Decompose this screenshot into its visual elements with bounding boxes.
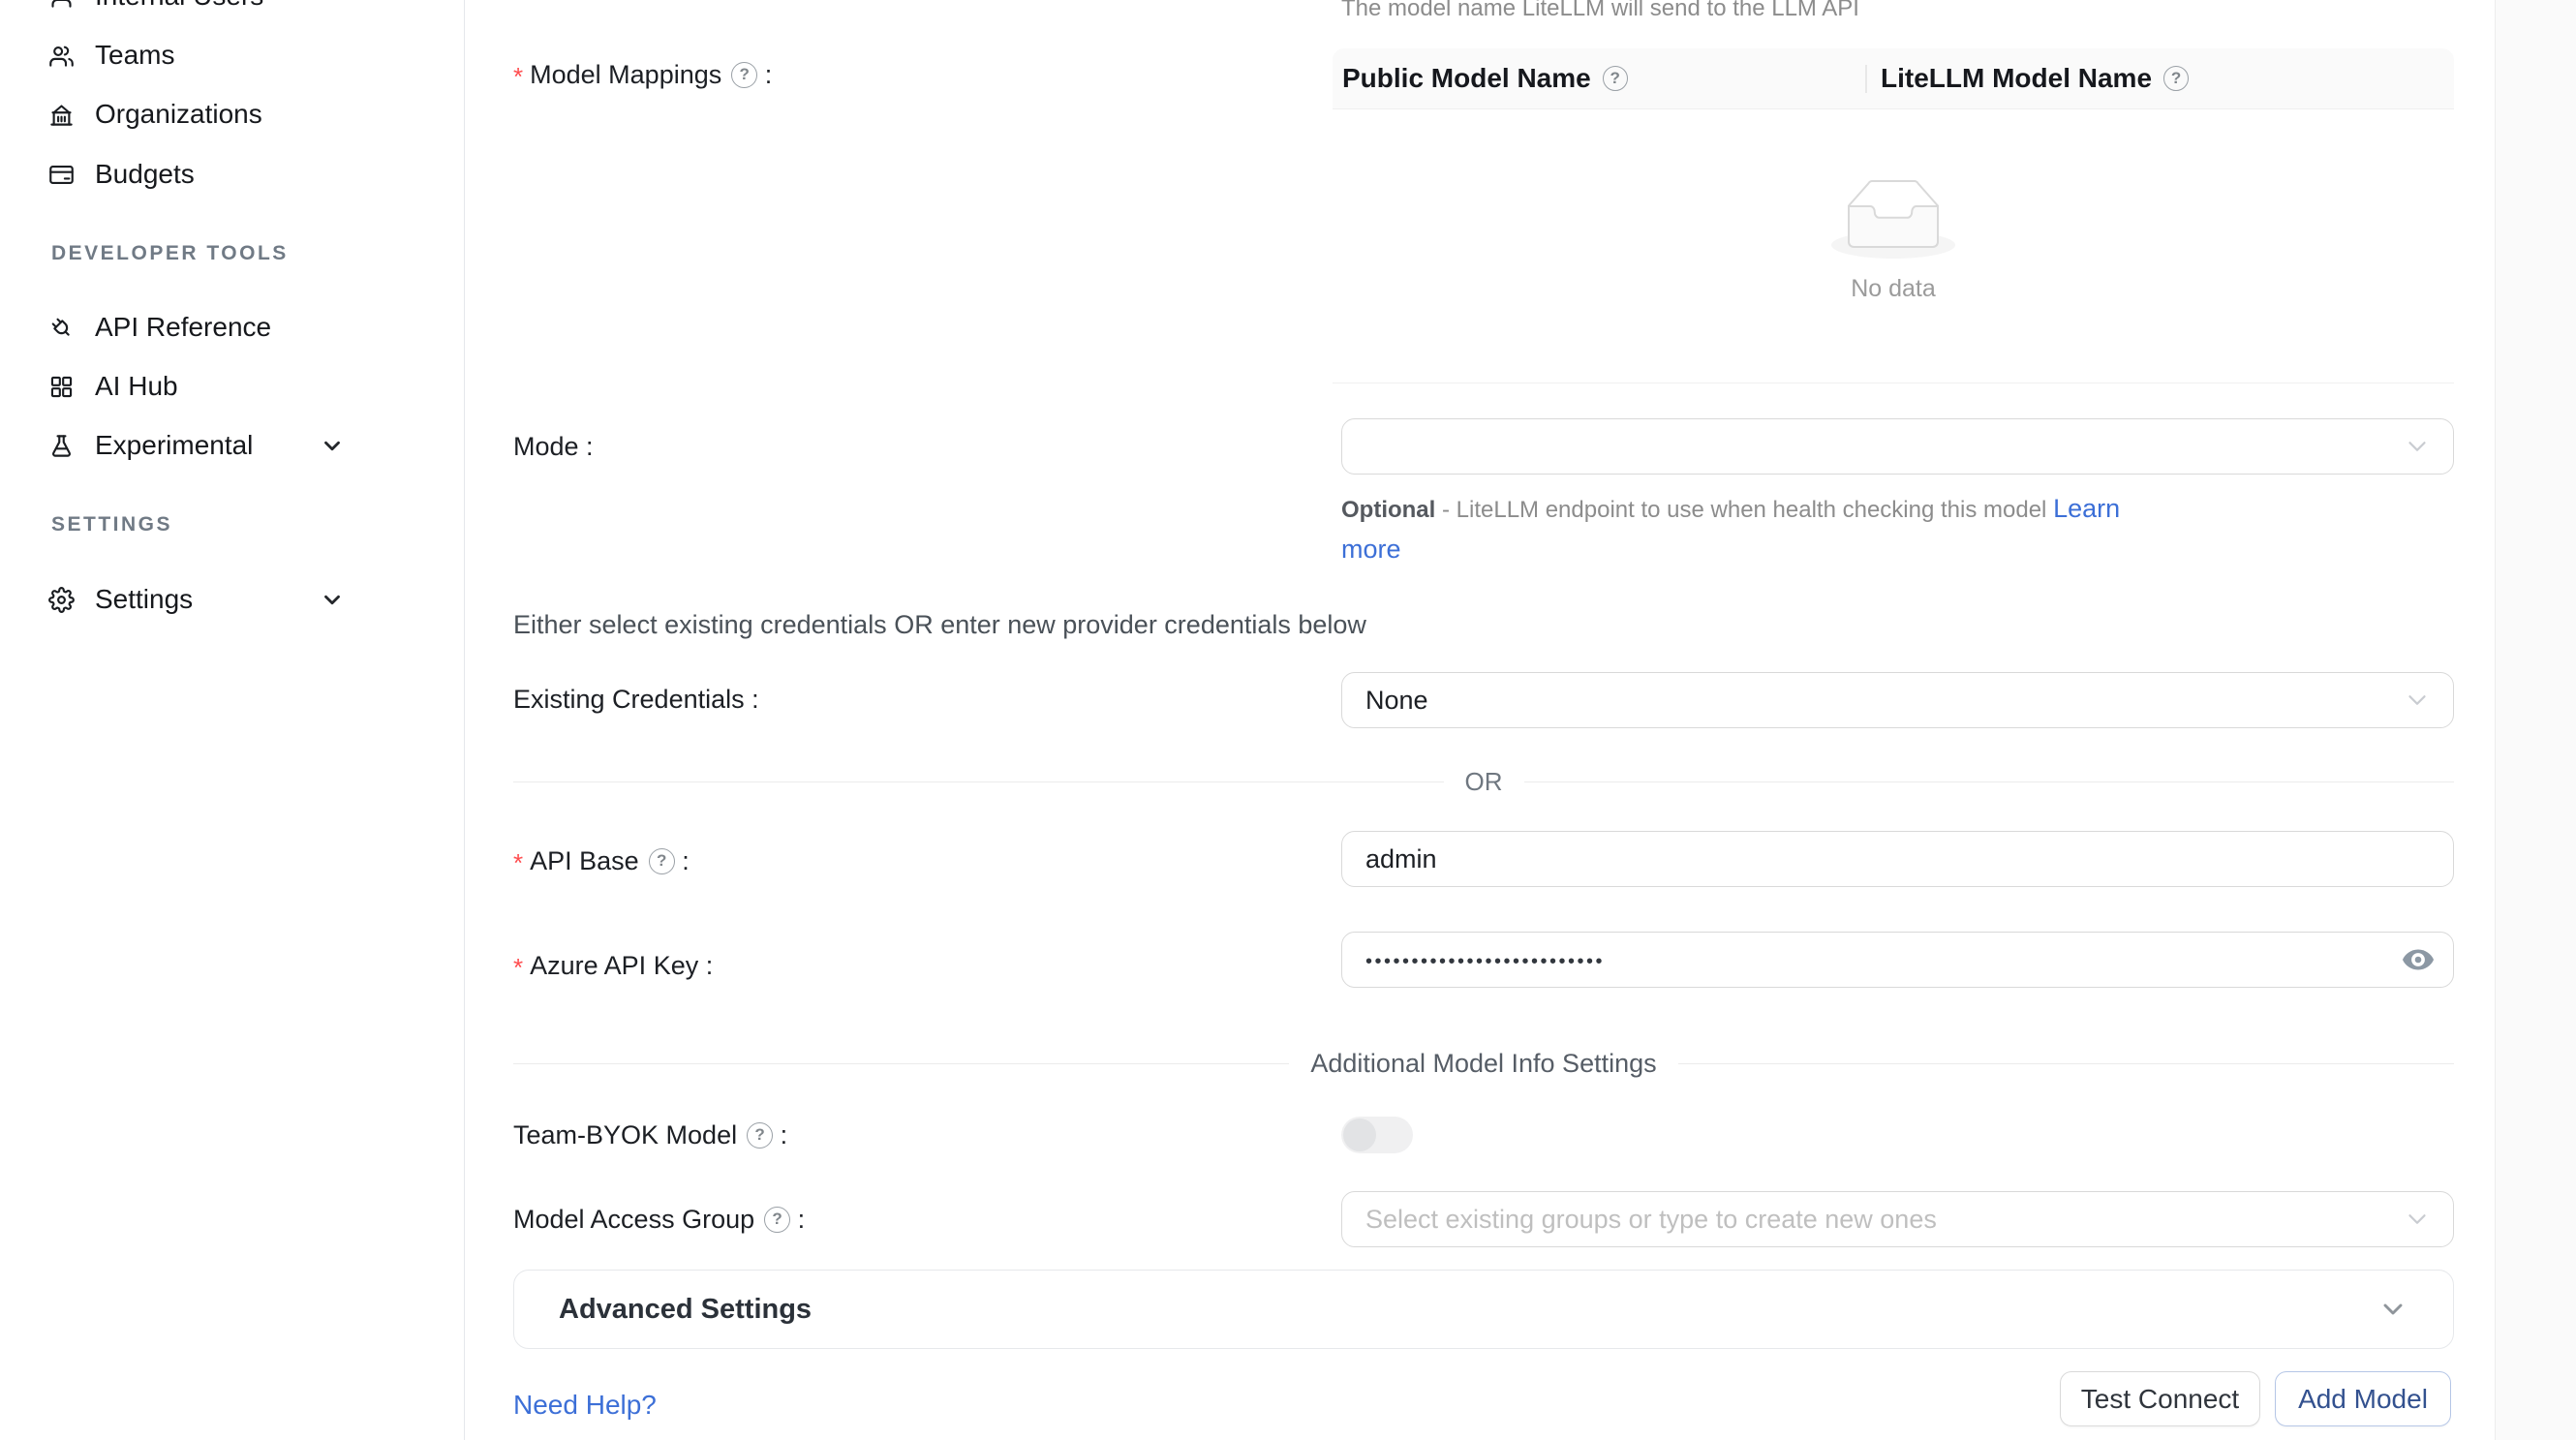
- team-byok-toggle[interactable]: [1341, 1117, 1413, 1153]
- advanced-settings-panel[interactable]: Advanced Settings: [513, 1270, 2454, 1349]
- azure-api-key-label: Azure API Key: [530, 951, 698, 981]
- help-icon[interactable]: ?: [649, 848, 675, 874]
- sidebar-item-budgets[interactable]: Budgets: [0, 152, 464, 197]
- toggle-knob: [1343, 1118, 1376, 1151]
- test-connect-button[interactable]: Test Connect: [2060, 1371, 2260, 1426]
- sidebar-item-label: Budgets: [95, 159, 195, 190]
- credit-card-icon: [48, 162, 75, 188]
- sidebar-item-label: Teams: [95, 40, 174, 71]
- chevron-down-icon: [320, 433, 345, 458]
- bank-icon: [48, 102, 75, 128]
- no-data-text: No data: [1851, 275, 1936, 303]
- sidebar-item-label: Experimental: [95, 430, 253, 461]
- right-gutter: [2495, 0, 2576, 1440]
- chevron-down-icon: [2403, 432, 2432, 461]
- help-icon[interactable]: ?: [747, 1122, 773, 1149]
- mode-select[interactable]: [1341, 418, 2454, 475]
- add-model-form: The model name LiteLLM will send to the …: [465, 0, 2576, 1440]
- sidebar-item-label: Internal Users: [95, 0, 263, 12]
- model-access-group-select[interactable]: Select existing groups or type to create…: [1341, 1191, 2454, 1247]
- sidebar-item-label: API Reference: [95, 312, 271, 343]
- chevron-down-icon: [2403, 686, 2432, 715]
- sidebar-item-teams[interactable]: Teams: [0, 33, 464, 77]
- need-help-link[interactable]: Need Help?: [513, 1390, 657, 1421]
- sidebar-item-experimental[interactable]: Experimental: [0, 423, 464, 468]
- table-header-litellm-model-name: LiteLLM Model Name ?: [1855, 63, 2189, 94]
- existing-credentials-value: None: [1365, 686, 1428, 716]
- required-asterisk: *: [513, 953, 523, 983]
- azure-api-key-input[interactable]: ••••••••••••••••••••••••••: [1341, 932, 2454, 988]
- help-icon[interactable]: ?: [731, 62, 757, 88]
- api-base-input[interactable]: admin: [1341, 831, 2454, 887]
- sidebar-item-api-reference[interactable]: API Reference: [0, 305, 464, 350]
- sidebar-item-organizations[interactable]: Organizations: [0, 92, 464, 137]
- mode-label: Mode: [513, 432, 579, 462]
- sidebar-item-internal-users[interactable]: Internal Users: [0, 0, 464, 18]
- required-asterisk: *: [513, 848, 523, 878]
- eye-icon[interactable]: [2401, 942, 2436, 977]
- model-access-group-label-row: Model Access Group ? :: [513, 1203, 805, 1236]
- sidebar: Internal Users Teams Organizations Budge…: [0, 0, 465, 1440]
- mode-help-text: Optional - LiteLLM endpoint to use when …: [1341, 489, 2150, 570]
- flask-icon: [48, 433, 75, 459]
- api-base-value: admin: [1365, 844, 1437, 874]
- model-mappings-label: Model Mappings: [530, 60, 721, 90]
- advanced-settings-label: Advanced Settings: [559, 1294, 812, 1326]
- model-access-group-label: Model Access Group: [513, 1205, 754, 1235]
- help-icon[interactable]: ?: [764, 1207, 790, 1233]
- team-byok-label-row: Team-BYOK Model ? :: [513, 1118, 787, 1151]
- table-body-empty: No data: [1333, 109, 2454, 383]
- table-header: Public Model Name ? LiteLLM Model Name ?: [1333, 48, 2454, 109]
- credentials-instruction: Either select existing credentials OR en…: [513, 608, 1366, 641]
- model-mappings-table: Public Model Name ? LiteLLM Model Name ?: [1333, 48, 2454, 383]
- model-access-group-placeholder: Select existing groups or type to create…: [1365, 1205, 1937, 1235]
- help-icon[interactable]: ?: [1603, 66, 1628, 91]
- model-mappings-label-row: * Model Mappings ? :: [513, 58, 772, 91]
- add-model-button[interactable]: Add Model: [2275, 1371, 2451, 1426]
- chevron-down-icon: [2403, 1205, 2432, 1234]
- mode-label-row: Mode :: [513, 430, 594, 463]
- sidebar-section-developer-tools: DEVELOPER TOOLS: [51, 242, 289, 265]
- existing-credentials-label-row: Existing Credentials :: [513, 683, 759, 716]
- additional-settings-divider: Additional Model Info Settings: [513, 1049, 2454, 1079]
- sidebar-item-label: Organizations: [95, 99, 262, 130]
- grid-icon: [48, 374, 75, 400]
- column-divider: [1865, 65, 1867, 93]
- model-name-help-text: The model name LiteLLM will send to the …: [1341, 0, 1859, 28]
- sidebar-item-label: Settings: [95, 584, 193, 615]
- team-byok-label: Team-BYOK Model: [513, 1120, 737, 1150]
- table-header-public-model-name: Public Model Name ?: [1333, 63, 1855, 94]
- empty-box-icon: [1831, 179, 1955, 263]
- users-icon: [48, 43, 75, 69]
- masked-password-value: ••••••••••••••••••••••••••: [1365, 951, 1605, 973]
- api-base-label: API Base: [530, 846, 639, 876]
- required-asterisk: *: [513, 62, 523, 92]
- chevron-down-icon: [2377, 1294, 2408, 1325]
- chevron-down-icon: [320, 587, 345, 612]
- help-icon[interactable]: ?: [2163, 66, 2189, 91]
- sidebar-item-label: AI Hub: [95, 371, 178, 402]
- sidebar-section-settings: SETTINGS: [51, 513, 172, 536]
- add-model-page: Internal Users Teams Organizations Budge…: [0, 0, 2576, 1440]
- existing-credentials-select[interactable]: None: [1341, 672, 2454, 728]
- gear-icon: [48, 587, 75, 613]
- existing-credentials-label: Existing Credentials: [513, 685, 745, 715]
- sidebar-item-settings[interactable]: Settings: [0, 577, 464, 622]
- plug-icon: [48, 315, 75, 341]
- or-divider: OR: [513, 767, 2454, 797]
- sidebar-item-ai-hub[interactable]: AI Hub: [0, 364, 464, 409]
- api-base-label-row: * API Base ? :: [513, 844, 690, 877]
- azure-api-key-label-row: * Azure API Key :: [513, 949, 713, 982]
- user-icon: [48, 0, 75, 10]
